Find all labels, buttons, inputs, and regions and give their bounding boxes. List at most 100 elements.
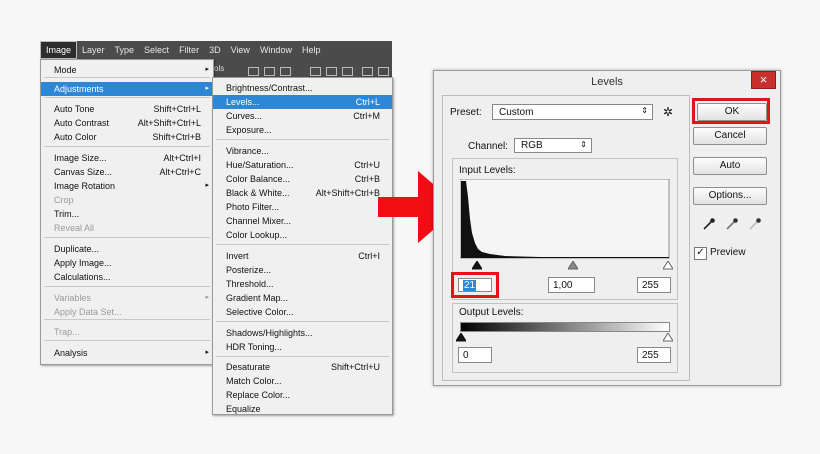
image-menu: Mode ▸ Adjustments ▸ Auto Tone Shift+Ctrl+L Au… [40, 59, 214, 365]
auto-button[interactable]: Auto [693, 157, 767, 175]
white-eyedropper-icon[interactable] [748, 217, 762, 231]
gray-eyedropper-icon[interactable] [725, 217, 739, 231]
adjustments-item-invert[interactable]: Invert Ctrl+I [213, 249, 392, 263]
menu-separator [44, 146, 210, 147]
submenu-arrow-icon: ▸ [205, 349, 209, 356]
menu-item-shortcut: Alt+Shift+Ctrl+L [137, 118, 201, 128]
image-menu-item-mode[interactable]: Mode ▸ [41, 63, 213, 77]
image-menu-item-crop[interactable]: Crop [41, 193, 213, 207]
image-menu-item-trap[interactable]: Trap... [41, 325, 213, 339]
black-eyedropper-icon[interactable] [702, 217, 716, 231]
image-menu-item-variables[interactable]: Variables ▸ [41, 291, 213, 305]
image-menu-item-reveal-all[interactable]: Reveal All [41, 221, 213, 235]
adjustments-item-gradient-map[interactable]: Gradient Map... [213, 291, 392, 305]
menu-item-label: Gradient Map... [226, 293, 289, 303]
menu-item-label: Analysis [54, 348, 88, 358]
adjustments-item-brightness-contrast[interactable]: Brightness/Contrast... [213, 81, 392, 95]
adjustments-item-desaturate[interactable]: Desaturate Shift+Ctrl+U [213, 360, 392, 374]
image-menu-item-calculations[interactable]: Calculations... [41, 270, 213, 284]
options-button[interactable]: Options... [693, 187, 767, 205]
adjustments-item-levels[interactable]: Levels... Ctrl+L [213, 95, 392, 109]
adjustments-item-replace-color[interactable]: Replace Color... [213, 388, 392, 402]
input-white-slider[interactable] [663, 261, 673, 270]
menu-item-shortcut: Ctrl+L [355, 97, 380, 107]
image-menu-item-auto-tone[interactable]: Auto Tone Shift+Ctrl+L [41, 102, 213, 116]
image-menu-item-duplicate[interactable]: Duplicate... [41, 242, 213, 256]
menu-item-shortcut: Alt+Ctrl+I [163, 153, 201, 163]
auto-label: Auto [719, 160, 741, 171]
menubar-item-type[interactable]: Type [110, 41, 140, 59]
adjustments-item-selective-color[interactable]: Selective Color... [213, 305, 392, 319]
image-menu-item-analysis[interactable]: Analysis ▸ [41, 346, 213, 360]
menubar-item-window[interactable]: Window [255, 41, 297, 59]
menu-separator [216, 139, 389, 140]
adjustments-item-shadows-highlights[interactable]: Shadows/Highlights... [213, 326, 392, 340]
menu-item-label: Crop [54, 195, 74, 205]
channel-label: Channel: [468, 141, 509, 152]
input-mid-field[interactable]: 1,00 [548, 277, 595, 293]
adjustments-item-posterize[interactable]: Posterize... [213, 263, 392, 277]
menu-item-label: Auto Tone [54, 104, 95, 114]
adjustments-item-equalize[interactable]: Equalize [213, 402, 392, 416]
menu-separator [44, 77, 210, 78]
input-white-field[interactable]: 255 [637, 277, 671, 293]
adjustments-item-color-lookup[interactable]: Color Lookup... [213, 228, 392, 242]
adjustments-item-channel-mixer[interactable]: Channel Mixer... [213, 214, 392, 228]
image-menu-item-canvas-size[interactable]: Canvas Size... Alt+Ctrl+C [41, 165, 213, 179]
output-white-slider[interactable] [663, 333, 673, 342]
image-menu-item-auto-contrast[interactable]: Auto Contrast Alt+Shift+Ctrl+L [41, 116, 213, 130]
adjustments-item-threshold[interactable]: Threshold... [213, 277, 392, 291]
image-menu-item-apply-data-set[interactable]: Apply Data Set... [41, 305, 213, 319]
menubar-item-filter[interactable]: Filter [174, 41, 204, 59]
checkmark-icon: ✓ [696, 247, 705, 258]
image-menu-item-trim[interactable]: Trim... [41, 207, 213, 221]
adjustments-item-exposure[interactable]: Exposure... [213, 123, 392, 137]
adjustments-item-black-white[interactable]: Black & White... Alt+Shift+Ctrl+B [213, 186, 392, 200]
menubar-item-select[interactable]: Select [139, 41, 174, 59]
menubar-item-image[interactable]: Image [40, 41, 78, 59]
preview-checkbox[interactable]: ✓ [694, 247, 707, 260]
menu-item-label: Hue/Saturation... [226, 160, 294, 170]
menu-item-label: Photo Filter... [226, 202, 280, 212]
input-black-slider[interactable] [472, 261, 482, 270]
menu-separator [44, 286, 210, 287]
image-menu-item-image-size[interactable]: Image Size... Alt+Ctrl+I [41, 151, 213, 165]
menu-item-shortcut: Shift+Ctrl+L [153, 104, 201, 114]
menubar-item-view[interactable]: View [226, 41, 255, 59]
adjustments-item-photo-filter[interactable]: Photo Filter... [213, 200, 392, 214]
close-button[interactable]: × [751, 71, 776, 89]
adjustments-item-curves[interactable]: Curves... Ctrl+M [213, 109, 392, 123]
image-menu-item-adjustments[interactable]: Adjustments ▸ [41, 82, 213, 96]
output-white-field[interactable]: 255 [637, 347, 671, 363]
options-label: Options... [708, 190, 752, 201]
output-black-field[interactable]: 0 [458, 347, 492, 363]
image-menu-item-image-rotation[interactable]: Image Rotation ▸ [41, 179, 213, 193]
menu-item-label: Auto Color [54, 132, 97, 142]
input-slider-track[interactable] [460, 261, 670, 270]
image-menu-item-apply-image[interactable]: Apply Image... [41, 256, 213, 270]
image-menu-item-auto-color[interactable]: Auto Color Shift+Ctrl+B [41, 130, 213, 144]
adjustments-item-match-color[interactable]: Match Color... [213, 374, 392, 388]
preset-select[interactable]: Custom ⇕ [492, 104, 653, 120]
menubar-item-help[interactable]: Help [297, 41, 326, 59]
adjustments-item-hdr-toning[interactable]: HDR Toning... [213, 340, 392, 354]
menu-item-label: Levels... [226, 97, 260, 107]
menu-item-label: Color Balance... [226, 174, 291, 184]
menu-item-shortcut: Shift+Ctrl+U [330, 362, 380, 372]
input-mid-slider[interactable] [568, 261, 578, 270]
gear-icon[interactable]: ✲ [663, 105, 673, 119]
menu-item-shortcut: Ctrl+U [354, 160, 380, 170]
menu-item-shortcut: Ctrl+B [354, 174, 380, 184]
menu-item-label: Calculations... [54, 272, 111, 282]
menubar-item-layer[interactable]: Layer [77, 41, 110, 59]
dialog-title: Levels [591, 76, 623, 88]
adjustments-item-color-balance[interactable]: Color Balance... Ctrl+B [213, 172, 392, 186]
menu-item-shortcut: Alt+Shift+Ctrl+B [315, 188, 380, 198]
adjustments-item-vibrance[interactable]: Vibrance... [213, 144, 392, 158]
adjustments-item-hue-saturation[interactable]: Hue/Saturation... Ctrl+U [213, 158, 392, 172]
output-black-slider[interactable] [456, 333, 466, 342]
channel-select[interactable]: RGB ⇕ [514, 138, 592, 153]
menubar-item-3d[interactable]: 3D [204, 41, 226, 59]
menu-separator [44, 340, 210, 341]
cancel-button[interactable]: Cancel [693, 127, 767, 145]
